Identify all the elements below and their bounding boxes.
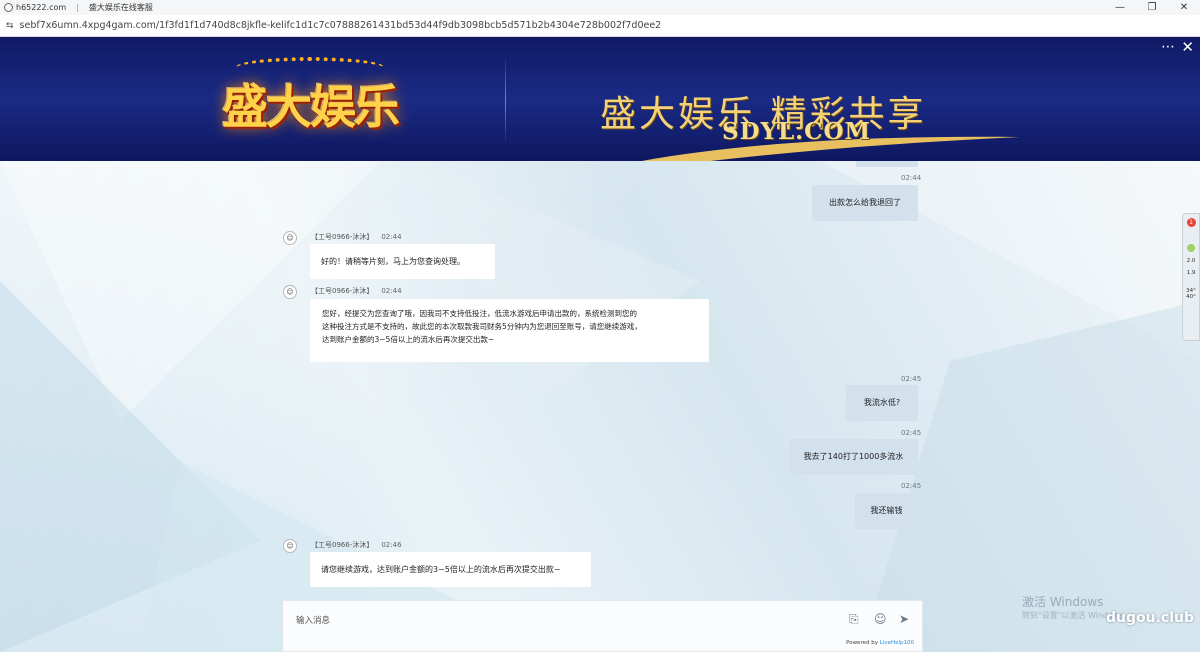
side-widget[interactable]: 1 2.0 1.9 34° 40° bbox=[1182, 213, 1200, 341]
widget-value: 1.9 bbox=[1186, 270, 1196, 276]
message-time: 02:44 bbox=[381, 287, 402, 295]
agent-header: 【工号0966-沐沐】 02:46 bbox=[311, 540, 402, 550]
banner-domain: SDYL.COM bbox=[722, 118, 871, 145]
more-options-icon[interactable]: ⋯ bbox=[1161, 39, 1176, 55]
message-bubble-user: 出款怎么给我退回了 bbox=[812, 185, 918, 221]
agent-header: 【工号0966-沐沐】 02:44 bbox=[311, 286, 402, 296]
agent-name: 【工号0966-沐沐】 bbox=[311, 287, 374, 295]
agent-name: 【工号0966-沐沐】 bbox=[311, 541, 374, 549]
minimize-button[interactable]: — bbox=[1104, 0, 1136, 15]
address-bar[interactable]: ⇆ sebf7x6umn.4xpg4gam.com/1f3fd1f1d740d8… bbox=[0, 15, 1200, 37]
message-line: 这种投注方式是不支持的，故此您的本次取款我司财务5分钟内为您退回至账号，请您继续… bbox=[322, 322, 642, 331]
message-time: 02:45 bbox=[901, 482, 922, 490]
browser-title-bar: h65222.com | 盛大娱乐在线客服 — ❐ ✕ bbox=[0, 0, 1200, 15]
message-line: 达到账户金额的3~5倍以上的流水后再次提交出款~ bbox=[322, 335, 495, 344]
agent-avatar: ☺ bbox=[283, 231, 297, 245]
message-time: 02:45 bbox=[901, 429, 922, 437]
message-input[interactable]: 输入消息 bbox=[296, 614, 330, 626]
message-bubble-agent: 请您继续游戏，达到账户金额的3~5倍以上的流水后再次提交出款~ bbox=[310, 552, 591, 587]
header-banner: ⋯ ✕ 盛大娱乐 盛大娱乐 精彩共享 bbox=[0, 37, 1200, 161]
site-settings-icon[interactable]: ⇆ bbox=[6, 21, 14, 31]
globe-icon bbox=[4, 3, 13, 12]
window-controls: — ❐ ✕ bbox=[1104, 0, 1200, 15]
close-chat-icon[interactable]: ✕ bbox=[1181, 38, 1194, 56]
powered-by-brand[interactable]: LiveHelp100 bbox=[880, 640, 914, 646]
widget-value: 40° bbox=[1186, 294, 1196, 300]
emoji-icon[interactable]: ☺ bbox=[874, 612, 887, 626]
message-bubble-agent: 您好，经提交为您查询了哦，因我司不支持低投注，低流水游戏后申请出款的，系统检测到… bbox=[310, 299, 709, 362]
message-bubble-user: 我去了140打了1000多流水 bbox=[789, 439, 918, 475]
close-window-button[interactable]: ✕ bbox=[1168, 0, 1200, 15]
background-polygons bbox=[0, 161, 1200, 652]
brand-logo: 盛大娱乐 bbox=[222, 80, 400, 134]
agent-name: 【工号0966-沐沐】 bbox=[311, 233, 374, 241]
message-bubble-user: 我流水低? bbox=[846, 385, 918, 421]
notification-badge[interactable]: 1 bbox=[1186, 218, 1196, 227]
site-name: h65222.com bbox=[16, 3, 67, 12]
message-bubble-hidden bbox=[856, 161, 918, 167]
title-separator: | bbox=[76, 3, 79, 12]
attach-icon[interactable]: ⎘ bbox=[849, 612, 859, 627]
message-bubble-agent: 好的！请稍等片刻，马上为您查询处理。 bbox=[310, 244, 495, 279]
message-time: 02:44 bbox=[381, 233, 402, 241]
message-time: 02:46 bbox=[381, 541, 402, 549]
widget-value: 2.0 bbox=[1186, 258, 1196, 264]
message-line: 您好，经提交为您查询了哦，因我司不支持低投注，低流水游戏后申请出款的，系统检测到… bbox=[322, 309, 637, 318]
banner-divider bbox=[505, 55, 506, 145]
url-text[interactable]: sebf7x6umn.4xpg4gam.com/1f3fd1f1d740d8c8… bbox=[20, 20, 662, 31]
agent-avatar: ☺ bbox=[283, 539, 297, 553]
agent-avatar: ☺ bbox=[283, 285, 297, 299]
send-icon[interactable]: ➤ bbox=[899, 612, 909, 626]
chat-area[interactable]: 02:44 出款怎么给我退回了 ☺ 【工号0966-沐沐】 02:44 好的！请… bbox=[0, 161, 1200, 652]
windows-activation-title: 激活 Windows bbox=[1022, 595, 1104, 609]
maximize-button[interactable]: ❐ bbox=[1136, 0, 1168, 15]
status-dot-icon bbox=[1187, 244, 1195, 252]
message-input-bar[interactable]: 输入消息 ⎘ ☺ ➤ Powered by LiveHelp100 bbox=[282, 600, 923, 652]
tab-title: 盛大娱乐在线客服 bbox=[88, 3, 153, 12]
powered-by: Powered by LiveHelp100 bbox=[846, 640, 914, 646]
message-bubble-user: 我还输钱 bbox=[855, 493, 918, 529]
message-time: 02:45 bbox=[901, 375, 922, 383]
site-watermark: dugou.club bbox=[1106, 610, 1194, 626]
message-time: 02:44 bbox=[901, 174, 922, 182]
agent-header: 【工号0966-沐沐】 02:44 bbox=[311, 232, 402, 242]
